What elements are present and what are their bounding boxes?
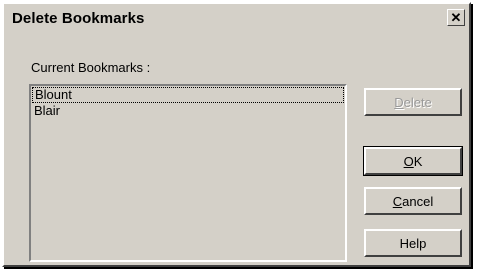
delete-bookmarks-dialog: Delete Bookmarks ✕ Current Bookmarks : B… (2, 2, 471, 267)
ok-button[interactable]: OK (363, 146, 463, 176)
delete-button[interactable]: Delete (364, 88, 462, 116)
current-bookmarks-label: Current Bookmarks : (31, 60, 151, 75)
help-button[interactable]: Help (364, 229, 462, 257)
close-button[interactable]: ✕ (447, 9, 465, 26)
help-button-label: Help (399, 235, 427, 251)
close-icon: ✕ (450, 10, 462, 25)
list-item[interactable]: Blair (31, 103, 345, 119)
cancel-button-label: Cancel (392, 193, 434, 209)
list-item[interactable]: Blount (32, 87, 344, 103)
delete-button-label: Delete (394, 94, 432, 110)
dialog-title: Delete Bookmarks (12, 9, 145, 27)
title-bar[interactable]: Delete Bookmarks ✕ (6, 6, 467, 30)
bookmarks-listbox[interactable]: Blount Blair (29, 84, 347, 262)
cancel-button[interactable]: Cancel (364, 187, 462, 215)
ok-button-label: OK (403, 153, 423, 169)
